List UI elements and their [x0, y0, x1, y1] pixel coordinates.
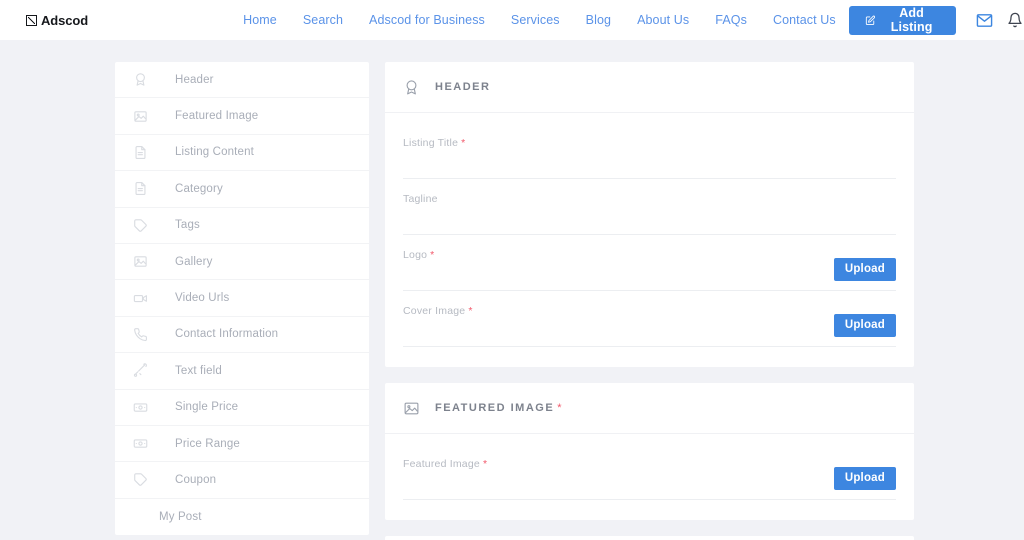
- required-asterisk: *: [468, 305, 473, 317]
- nav-link-faqs[interactable]: FAQs: [702, 13, 760, 27]
- upload-logo-button[interactable]: Upload: [833, 258, 896, 281]
- card-listing-content-head: LISTING CONTENT*: [385, 536, 914, 540]
- upload-featured-image-button[interactable]: Upload: [833, 467, 896, 490]
- add-listing-button[interactable]: Add Listing: [848, 5, 956, 35]
- magic-wand-icon: [133, 363, 153, 378]
- image-icon: [133, 109, 153, 124]
- nav-link-search[interactable]: Search: [290, 13, 356, 27]
- sidebar-item-label: Price Range: [175, 437, 240, 450]
- sidebar-item-label: Video Urls: [175, 292, 230, 305]
- field-cover-image[interactable]: Cover Image * Upload: [403, 291, 896, 347]
- field-label: Tagline: [403, 193, 438, 205]
- sidebar-item-tags[interactable]: Tags: [115, 208, 369, 244]
- sidebar-item-category[interactable]: Category: [115, 171, 369, 208]
- required-asterisk: *: [482, 458, 488, 470]
- sidebar-item-label: Category: [175, 182, 223, 195]
- logo-mark-icon: [26, 14, 37, 26]
- bell-icon: [1007, 12, 1022, 28]
- upload-cover-image-button[interactable]: Upload: [833, 314, 896, 337]
- document-icon: [133, 181, 153, 196]
- required-asterisk: *: [557, 402, 562, 414]
- banknote-icon: [133, 400, 153, 415]
- sidebar-item-label: Gallery: [175, 255, 213, 268]
- logo-input[interactable]: [403, 261, 834, 283]
- card-featured-image-head: FEATURED IMAGE *: [385, 383, 914, 434]
- field-label: Featured Image *: [403, 458, 488, 470]
- sidebar-item-my-post[interactable]: My Post: [115, 499, 369, 535]
- required-asterisk: *: [461, 137, 466, 149]
- card-featured-image-body: Featured Image * Upload: [385, 434, 914, 520]
- card-listing-content: LISTING CONTENT* Description*: [385, 536, 914, 540]
- nav-link-services[interactable]: Services: [498, 13, 573, 27]
- sidebar-item-coupon[interactable]: Coupon: [115, 462, 369, 499]
- messages-button[interactable]: [970, 4, 1000, 36]
- field-tagline[interactable]: Tagline: [403, 179, 896, 235]
- ribbon-badge-icon: [403, 79, 421, 96]
- image-icon: [403, 400, 421, 417]
- sidebar-item-price-range[interactable]: Price Range: [115, 426, 369, 463]
- card-header-head: HEADER: [385, 62, 914, 113]
- sidebar-item-label: Text field: [175, 364, 222, 377]
- brand-logo[interactable]: Adscod: [26, 13, 88, 28]
- listing-form: HEADER Listing Title * Tagline Logo * Upl: [385, 62, 914, 540]
- nav-link-home[interactable]: Home: [230, 13, 290, 27]
- tagline-input[interactable]: [403, 205, 896, 227]
- featured-image-input[interactable]: [403, 470, 834, 492]
- edit-square-icon: [865, 15, 875, 25]
- sidebar-item-text-field[interactable]: Text field: [115, 353, 369, 390]
- ribbon-badge-icon: [133, 72, 153, 87]
- tag-icon: [133, 472, 153, 487]
- image-icon: [133, 254, 153, 269]
- nav-link-contact-us[interactable]: Contact Us: [760, 13, 849, 27]
- sidebar-item-gallery[interactable]: Gallery: [115, 244, 369, 281]
- sidebar-item-label: Header: [175, 73, 214, 86]
- card-header-body: Listing Title * Tagline Logo * Upload Co…: [385, 113, 914, 367]
- field-logo[interactable]: Logo * Upload: [403, 235, 896, 291]
- sidebar-item-label: Contact Information: [175, 328, 279, 341]
- sidebar-item-label: Coupon: [175, 473, 217, 486]
- sidebar-item-label: Listing Content: [175, 146, 254, 159]
- notifications-button[interactable]: [1000, 4, 1024, 36]
- top-navbar: Adscod Home Search Adscod for Business S…: [0, 0, 1024, 40]
- listing-title-input[interactable]: [403, 149, 896, 171]
- navbar-actions: Add Listing: [848, 4, 1024, 36]
- sidebar-item-label: My Post: [159, 510, 202, 523]
- document-icon: [133, 145, 153, 160]
- brand-name: Adscod: [41, 12, 89, 28]
- sidebar-item-single-price[interactable]: Single Price: [115, 390, 369, 426]
- nav-link-blog[interactable]: Blog: [573, 13, 624, 27]
- field-listing-title[interactable]: Listing Title *: [403, 123, 896, 179]
- required-asterisk: *: [430, 249, 435, 261]
- sidebar-item-label: Featured Image: [175, 110, 259, 123]
- sidebar-item-label: Tags: [175, 219, 200, 232]
- cover-image-input[interactable]: [403, 317, 834, 339]
- sidebar-item-listing-content[interactable]: Listing Content: [115, 135, 369, 172]
- phone-icon: [133, 327, 153, 342]
- envelope-icon: [976, 13, 993, 27]
- field-label: Cover Image *: [403, 305, 473, 317]
- nav-link-business[interactable]: Adscod for Business: [356, 13, 498, 27]
- form-sections-sidebar: Header Featured Image Listing Content Ca…: [115, 62, 369, 536]
- nav-link-about-us[interactable]: About Us: [624, 13, 702, 27]
- card-title: FEATURED IMAGE *: [435, 402, 562, 414]
- card-header: HEADER Listing Title * Tagline Logo * Upl: [385, 62, 914, 367]
- field-label: Logo *: [403, 249, 435, 261]
- add-listing-label: Add Listing: [890, 6, 933, 34]
- banknote-icon: [133, 436, 153, 451]
- field-featured-image[interactable]: Featured Image * Upload: [403, 444, 896, 500]
- tag-icon: [133, 218, 153, 233]
- page-body: Header Featured Image Listing Content Ca…: [0, 40, 1024, 540]
- card-title: HEADER: [435, 81, 491, 93]
- sidebar-item-video-urls[interactable]: Video Urls: [115, 280, 369, 317]
- sidebar-item-contact-information[interactable]: Contact Information: [115, 317, 369, 354]
- sidebar-item-label: Single Price: [175, 401, 239, 414]
- card-featured-image: FEATURED IMAGE * Featured Image * Upload: [385, 383, 914, 520]
- sidebar-item-header[interactable]: Header: [115, 62, 369, 99]
- sidebar-item-featured-image[interactable]: Featured Image: [115, 98, 369, 135]
- main-nav: Home Search Adscod for Business Services…: [230, 13, 849, 27]
- field-label: Listing Title *: [403, 137, 466, 149]
- video-camera-icon: [133, 291, 153, 306]
